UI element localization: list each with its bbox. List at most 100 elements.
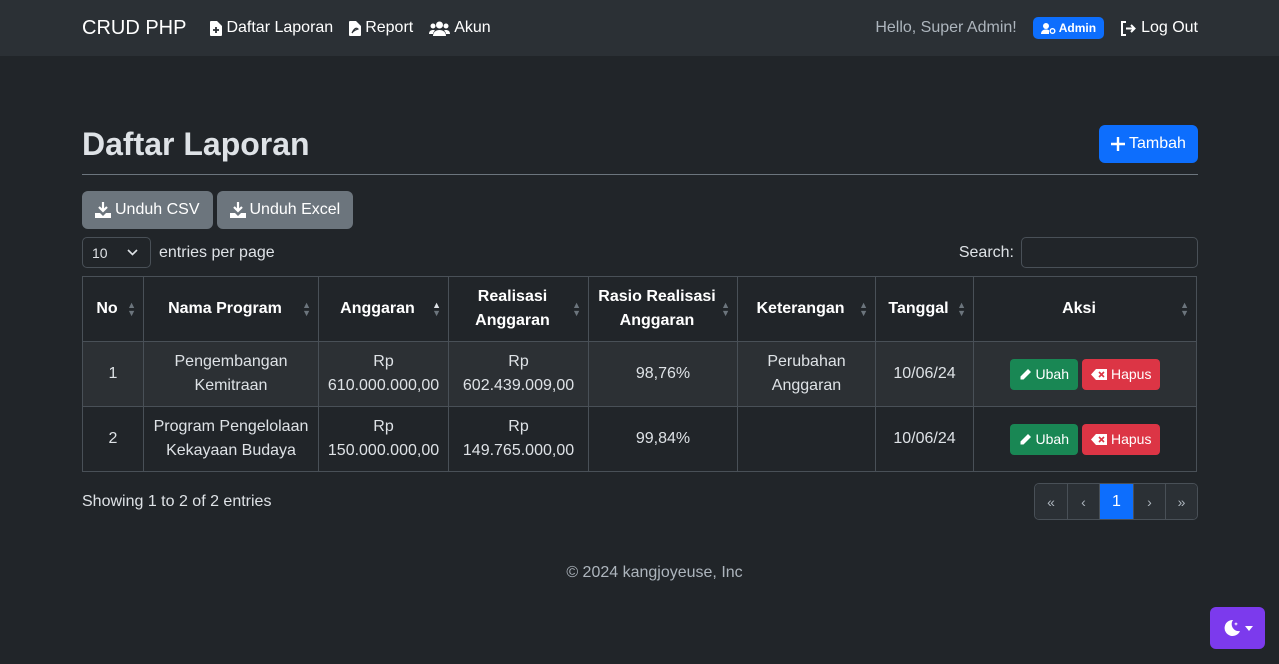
table-controls: 10 entries per page Search:: [82, 237, 1198, 268]
cell-tanggal: 10/06/24: [875, 406, 974, 472]
column-header-program[interactable]: Nama Program ▲ ▼: [143, 276, 319, 342]
search-input[interactable]: [1021, 237, 1198, 268]
sort-icon: ▲ ▼: [859, 300, 868, 318]
sort-icon: ▲ ▼: [721, 300, 730, 318]
logout-link[interactable]: Log Out: [1120, 19, 1198, 37]
main-content: Daftar Laporan Tambah Unduh CSV Unduh Ex…: [82, 56, 1198, 520]
moon-icon: [1223, 619, 1241, 637]
table-row: 2 Program Pengelolaan Kekayaan Budaya Rp…: [82, 406, 1197, 472]
sort-icon: ▲ ▼: [1180, 300, 1189, 318]
navbar: CRUD PHP Daftar Laporan Report Akun Hell…: [0, 0, 1279, 56]
cell-program: Pengembangan Kemitraan: [143, 341, 319, 407]
users-icon: [429, 21, 451, 36]
per-page-label: entries per page: [159, 243, 275, 261]
sort-asc-icon: ▲ ▼: [432, 300, 441, 318]
sort-icon: ▲ ▼: [302, 300, 311, 318]
entries-info: Showing 1 to 2 of 2 entries: [82, 492, 272, 510]
cell-no: 1: [82, 341, 144, 407]
delete-x-icon: [1091, 368, 1107, 380]
cell-rasio: 98,76%: [588, 341, 738, 407]
role-badge: Admin: [1032, 17, 1105, 39]
file-pdf-icon: [349, 20, 362, 36]
user-gear-icon: [1040, 22, 1056, 34]
cell-aksi: Ubah Hapus: [973, 406, 1197, 472]
greeting: Hello, Super Admin!: [875, 19, 1017, 36]
plus-icon: [1111, 137, 1126, 151]
page-next-button[interactable]: ›: [1133, 484, 1165, 519]
caret-down-icon: [1244, 625, 1253, 631]
sort-icon: ▲ ▼: [957, 300, 966, 318]
table-footer: Showing 1 to 2 of 2 entries « ‹ 1 › »: [82, 483, 1198, 520]
file-plus-icon: [210, 20, 223, 36]
cell-anggaran: Rp 150.000.000,00: [318, 406, 449, 472]
cell-keterangan: Perubahan Anggaran: [737, 341, 876, 407]
add-button[interactable]: Tambah: [1099, 125, 1198, 163]
pagination: « ‹ 1 › »: [1034, 483, 1198, 520]
logout-icon: [1120, 20, 1136, 36]
column-header-aksi[interactable]: Aksi ▲ ▼: [973, 276, 1197, 342]
footer: © 2024 kangjoyeuse, Inc: [566, 564, 743, 581]
logout-label: Log Out: [1141, 19, 1198, 36]
cell-rasio: 99,84%: [588, 406, 738, 472]
delete-label: Hapus: [1111, 366, 1152, 382]
divider: [82, 174, 1198, 175]
cell-anggaran: Rp 610.000.000,00: [318, 341, 449, 407]
delete-x-icon: [1091, 433, 1107, 445]
navbar-right: Hello, Super Admin! Admin Log Out: [875, 17, 1198, 39]
table-header-row: No ▲ ▼ Nama Program ▲ ▼ Anggaran ▲ ▼ Realisasi…: [82, 276, 1197, 342]
column-header-rasio[interactable]: Rasio Realisasi Anggaran ▲ ▼: [588, 276, 738, 342]
role-badge-label: Admin: [1058, 21, 1097, 35]
cell-realisasi: Rp 149.765.000,00: [448, 406, 589, 472]
column-header-tanggal[interactable]: Tanggal ▲ ▼: [875, 276, 974, 342]
chevron-down-icon: [127, 249, 138, 256]
cell-keterangan: [737, 406, 876, 472]
per-page-control: 10 entries per page: [82, 237, 275, 268]
nav-daftar-laporan[interactable]: Daftar Laporan: [210, 19, 333, 37]
edit-label: Ubah: [1035, 366, 1069, 382]
nav-report[interactable]: Report: [349, 19, 413, 37]
page-current-button[interactable]: 1: [1099, 484, 1133, 519]
sort-icon: ▲ ▼: [572, 300, 581, 318]
download-csv-label: Unduh CSV: [115, 201, 200, 218]
sort-icon: ▲ ▼: [127, 300, 136, 318]
theme-toggle-button[interactable]: [1210, 607, 1265, 649]
delete-label: Hapus: [1111, 431, 1152, 447]
add-button-label: Tambah: [1129, 135, 1186, 152]
nav-label: Report: [365, 19, 414, 36]
page-first-button[interactable]: «: [1035, 484, 1067, 519]
edit-button[interactable]: Ubah: [1009, 423, 1078, 455]
cell-aksi: Ubah Hapus: [973, 341, 1197, 407]
cell-no: 2: [82, 406, 144, 472]
edit-label: Ubah: [1035, 431, 1069, 447]
page-title: Daftar Laporan: [82, 125, 310, 162]
page-last-button[interactable]: »: [1165, 484, 1197, 519]
pencil-icon: [1019, 368, 1032, 381]
delete-button[interactable]: Hapus: [1082, 423, 1161, 455]
cell-tanggal: 10/06/24: [875, 341, 974, 407]
export-buttons: Unduh CSV Unduh Excel: [82, 191, 1198, 229]
pencil-icon: [1019, 433, 1032, 446]
per-page-select[interactable]: 10: [82, 237, 151, 268]
nav-label: Akun: [454, 19, 491, 36]
cell-realisasi: Rp 602.439.009,00: [448, 341, 589, 407]
column-header-no[interactable]: No ▲ ▼: [82, 276, 144, 342]
download-csv-button[interactable]: Unduh CSV: [82, 191, 213, 229]
download-excel-button[interactable]: Unduh Excel: [216, 191, 354, 229]
brand[interactable]: CRUD PHP: [82, 17, 186, 40]
nav-akun[interactable]: Akun: [429, 19, 491, 37]
search-label: Search:: [958, 243, 1014, 261]
table-row: 1 Pengembangan Kemitraan Rp 610.000.000,…: [82, 341, 1197, 407]
page-prev-button[interactable]: ‹: [1067, 484, 1099, 519]
download-icon: [95, 202, 111, 218]
column-header-anggaran[interactable]: Anggaran ▲ ▼: [318, 276, 449, 342]
edit-button[interactable]: Ubah: [1009, 358, 1078, 390]
column-header-realisasi[interactable]: Realisasi Anggaran ▲ ▼: [448, 276, 589, 342]
search-control: Search:: [959, 237, 1198, 268]
column-header-keterangan[interactable]: Keterangan ▲ ▼: [737, 276, 876, 342]
page-header: Daftar Laporan Tambah: [82, 122, 1198, 166]
report-table: No ▲ ▼ Nama Program ▲ ▼ Anggaran ▲ ▼ Realisasi…: [82, 276, 1197, 472]
cell-program: Program Pengelolaan Kekayaan Budaya: [143, 406, 319, 472]
download-icon: [229, 202, 246, 218]
download-excel-label: Unduh Excel: [249, 201, 341, 218]
delete-button[interactable]: Hapus: [1082, 358, 1161, 390]
